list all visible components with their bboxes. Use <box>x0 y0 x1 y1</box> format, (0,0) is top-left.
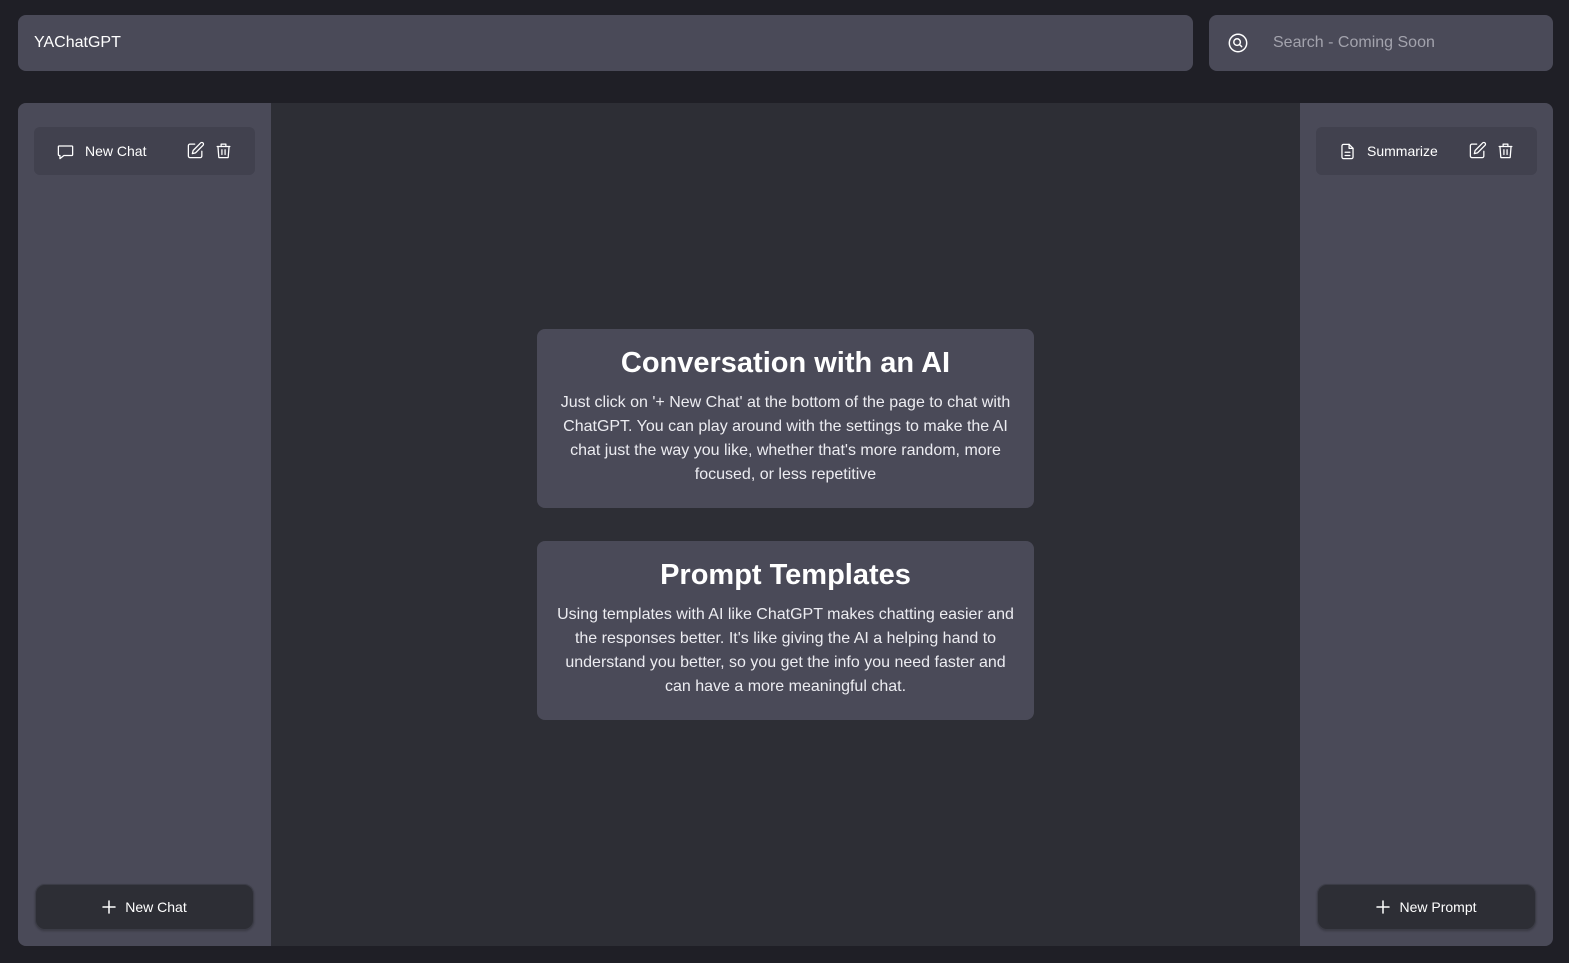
new-prompt-button[interactable]: New Prompt <box>1317 884 1536 930</box>
card-body: Just click on '+ New Chat' at the bottom… <box>560 394 1011 483</box>
trash-icon[interactable] <box>214 141 233 160</box>
card-body: Using templates with AI like ChatGPT mak… <box>557 606 1014 695</box>
prompt-item[interactable]: Summarize <box>1316 127 1537 175</box>
card-title: Conversation with an AI <box>620 347 951 379</box>
info-card-prompt-templates: Prompt Templates Using templates with AI… <box>537 541 1034 720</box>
new-chat-button[interactable]: New Chat <box>35 884 254 930</box>
main-content: Conversation with an AI Just click on '+… <box>271 103 1300 946</box>
app-frame: New Chat New Chat Conversation with an A… <box>18 103 1553 946</box>
trash-icon[interactable] <box>1496 141 1515 160</box>
document-icon <box>1338 142 1357 161</box>
app-title: YAChatGPT <box>34 34 121 51</box>
prompt-item-label: Summarize <box>1367 143 1438 159</box>
edit-icon[interactable] <box>1468 141 1487 160</box>
new-prompt-button-label: New Prompt <box>1399 899 1477 915</box>
chat-bubble-icon <box>56 142 75 161</box>
plus-icon <box>1376 900 1391 914</box>
card-title: Prompt Templates <box>660 559 911 591</box>
prompt-sidebar: Summarize New Prompt <box>1300 103 1553 946</box>
new-chat-button-label: New Chat <box>125 899 187 915</box>
search-input[interactable] <box>1273 34 1523 52</box>
search-icon[interactable] <box>1227 32 1249 54</box>
chat-item[interactable]: New Chat <box>34 127 255 175</box>
chat-item-label: New Chat <box>85 143 147 159</box>
app-title-bar: YAChatGPT <box>18 15 1193 71</box>
plus-icon <box>102 900 117 914</box>
info-card-conversation: Conversation with an AI Just click on '+… <box>537 329 1034 508</box>
edit-icon[interactable] <box>186 141 205 160</box>
search-bar[interactable] <box>1209 15 1553 71</box>
chat-sidebar: New Chat New Chat <box>18 103 271 946</box>
